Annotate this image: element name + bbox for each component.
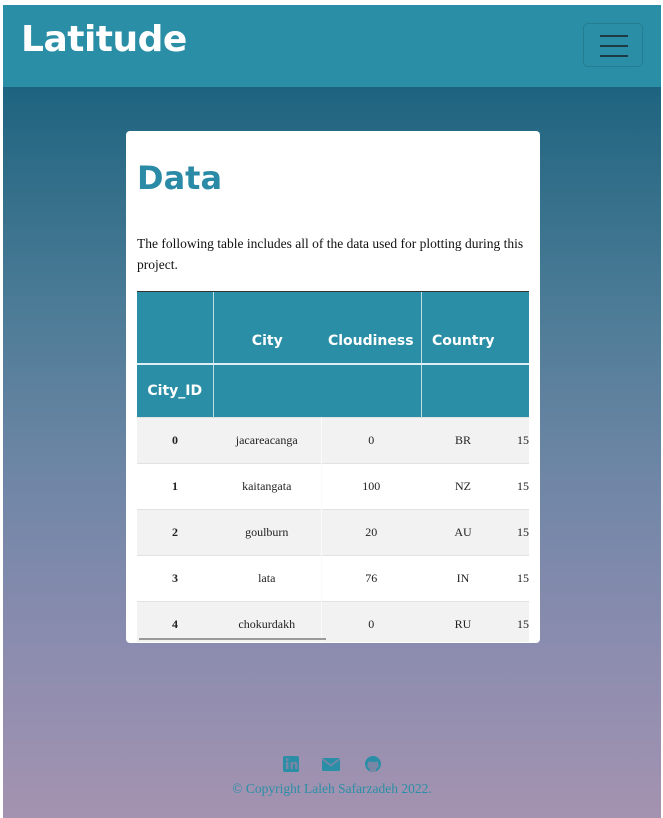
cell-date: 15 [505,417,529,464]
header-blank [321,363,421,418]
cell-date: 15 [517,479,529,493]
header-city-id[interactable]: City_ID [137,363,213,418]
header-blank [212,363,321,418]
cell-date: 15 [505,601,529,642]
cell-cloudiness: 0 [321,417,421,464]
table-row: 2 goulburn 20 AU 15 [137,509,529,556]
cell-city: kaitangata [213,463,322,510]
cell-city-id: 1 [172,479,178,493]
header-city[interactable]: City [212,292,321,364]
cell-city-id: 2 [137,509,213,556]
cell-country: AU [421,509,505,556]
table-row: 4 chokurdakh 0 RU 15 [137,601,529,642]
header-blank [420,363,505,418]
header-country[interactable]: Country [420,292,505,364]
envelope-icon[interactable] [321,755,341,773]
cell-cloudiness: 76 [365,571,378,585]
cell-country: IN [456,571,470,585]
cell-city: jacareacanga [213,417,322,464]
hamburger-line [600,55,628,57]
github-icon[interactable] [363,755,383,773]
linkedin-icon[interactable] [281,755,301,773]
menu-toggle-button[interactable] [583,23,643,67]
cell-city: chokurdakh [213,601,322,642]
data-card: Data The following table includes all of… [126,131,540,643]
page-title: Data [137,159,223,197]
cell-city-id: 3 [172,571,178,585]
data-table-scroll[interactable]: City Cloudiness Country City_ID 0 jacare… [137,291,529,642]
header-cloudiness[interactable]: Cloudiness [321,292,421,364]
hamburger-line [600,35,628,37]
table-row: 1 kaitangata 100 NZ 15 [137,463,529,510]
description-text: The following table includes all of the … [137,236,524,272]
cell-cloudiness: 100 [362,479,381,493]
cell-date: 15 [517,571,529,585]
navbar: Latitude [3,5,661,87]
header-blank [505,363,529,418]
horizontal-scrollbar[interactable] [139,638,326,640]
table-row: 0 jacareacanga 0 BR 15 [137,417,529,464]
social-icons [281,753,385,777]
brand-link[interactable]: Latitude [21,19,187,60]
page-background: Latitude Data The following table includ… [3,5,661,818]
header-date[interactable] [505,292,529,364]
header-empty [137,292,213,364]
cell-cloudiness: 20 [321,509,421,556]
cell-country: RU [421,601,505,642]
cell-city-id: 0 [137,417,213,464]
cell-country: BR [421,417,505,464]
cell-cloudiness: 0 [321,601,421,642]
cell-city: goulburn [213,509,322,556]
cell-country: NZ [455,479,471,493]
cell-city-id: 4 [137,601,213,642]
cell-date: 15 [505,509,529,556]
data-table: City Cloudiness Country City_ID 0 jacare… [137,292,529,642]
copyright-text: © Copyright Laleh Safarzadeh 2022. [232,781,432,796]
table-row: 3 lata 76 IN 15 [137,555,529,602]
cell-city: lata [213,555,322,602]
hamburger-line [600,45,628,47]
